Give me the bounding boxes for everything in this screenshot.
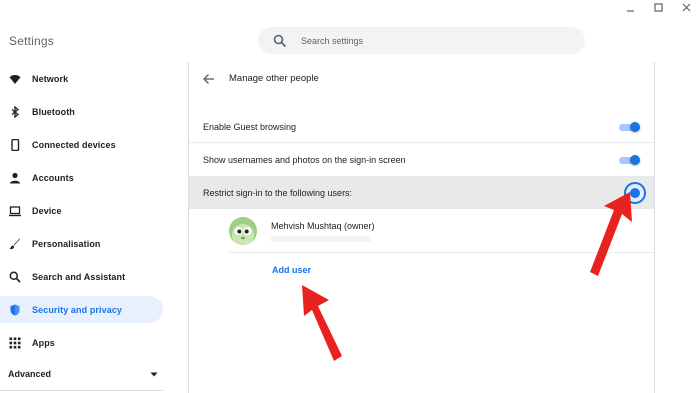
row-divider (229, 252, 654, 253)
sidebar-item-label: Search and Assistant (32, 271, 126, 282)
shield-icon (9, 304, 21, 316)
back-arrow-icon[interactable] (203, 73, 215, 85)
avatar-image (229, 217, 257, 245)
close-button[interactable] (672, 0, 700, 14)
user-info: Mehvish Mushtaq (owner) (271, 221, 375, 242)
show-usernames-toggle[interactable] (619, 154, 640, 166)
sidebar-item-label: Connected devices (32, 139, 116, 150)
sidebar-divider (0, 390, 163, 391)
show-usernames-label: Show usernames and photos on the sign-in… (203, 154, 406, 165)
guest-browsing-label: Enable Guest browsing (203, 121, 297, 132)
user-name: Mehvish Mushtaq (owner) (271, 220, 375, 231)
guest-browsing-toggle[interactable] (619, 121, 640, 133)
maximize-button[interactable] (644, 0, 672, 14)
sidebar-item-apps[interactable]: Apps (0, 329, 163, 356)
avatar (229, 217, 257, 245)
sidebar-item-connected-devices[interactable]: Connected devices (0, 131, 163, 158)
restrict-signin-toggle[interactable] (624, 181, 646, 204)
sidebar-item-label: Device (32, 205, 62, 216)
guest-browsing-row: Enable Guest browsing (189, 110, 654, 143)
phone-icon (9, 138, 21, 151)
maximize-icon (653, 2, 663, 12)
search-input[interactable] (301, 35, 551, 46)
search-icon (9, 271, 21, 283)
chevron-down-icon (150, 372, 158, 376)
window-controls (616, 0, 700, 14)
bluetooth-icon (9, 105, 21, 118)
toggle-knob (630, 121, 640, 132)
sidebar-nav: Network Bluetooth Connected devices Acco… (0, 62, 188, 393)
show-usernames-row: Show usernames and photos on the sign-in… (189, 143, 654, 176)
advanced-label: Advanced (8, 369, 52, 379)
sidebar-item-bluetooth[interactable]: Bluetooth (0, 98, 163, 125)
user-email-redacted (271, 235, 371, 242)
sidebar-item-network[interactable]: Network (0, 65, 163, 92)
wifi-icon (9, 73, 21, 85)
toggle-knob (630, 187, 640, 198)
sidebar-item-security-privacy[interactable]: Security and privacy (0, 296, 163, 323)
person-icon (9, 172, 21, 184)
laptop-icon (9, 205, 21, 217)
restrict-signin-row: Restrict sign-in to the following users: (189, 176, 654, 209)
brush-icon (9, 238, 21, 250)
search-box[interactable] (258, 27, 585, 54)
sidebar-item-label: Apps (32, 337, 55, 348)
settings-header: Settings (0, 14, 700, 62)
sidebar-item-label: Bluetooth (32, 106, 75, 117)
settings-card: Manage other people Enable Guest browsin… (188, 62, 655, 393)
sidebar-item-label: Personalisation (32, 238, 101, 249)
sidebar-item-label: Security and privacy (32, 304, 123, 315)
user-list-item: Mehvish Mushtaq (owner) (229, 212, 654, 250)
sidebar-item-search-assistant[interactable]: Search and Assistant (0, 263, 163, 290)
sidebar-item-label: Network (32, 73, 69, 84)
search-icon (273, 34, 287, 47)
grid-icon (9, 337, 21, 349)
sidebar-item-personalisation[interactable]: Personalisation (0, 230, 163, 257)
app-title: Settings (9, 34, 54, 48)
page-title: Manage other people (229, 73, 319, 84)
sidebar-item-device[interactable]: Device (0, 197, 163, 224)
subpage-header: Manage other people (189, 62, 654, 95)
minimize-button[interactable] (616, 0, 644, 14)
close-icon (682, 3, 690, 11)
sidebar-item-accounts[interactable]: Accounts (0, 164, 163, 191)
toggle-knob (630, 154, 640, 165)
minimize-icon (626, 9, 634, 12)
advanced-toggle[interactable]: Advanced (8, 365, 158, 383)
add-user-button[interactable]: Add user (272, 265, 311, 275)
restrict-signin-label: Restrict sign-in to the following users: (203, 187, 353, 198)
sidebar-item-label: Accounts (32, 172, 74, 183)
